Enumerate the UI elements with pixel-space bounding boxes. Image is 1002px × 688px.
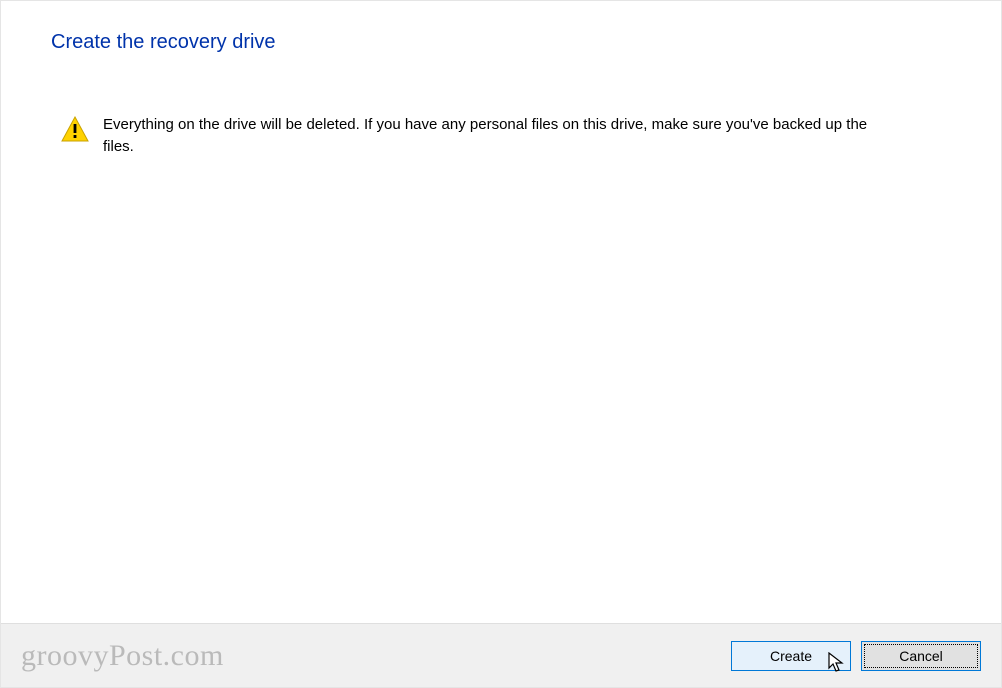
page-title: Create the recovery drive [51,31,951,54]
dialog-content: Create the recovery drive Everything on … [1,1,1001,623]
warning-icon [61,116,89,147]
warning-row: Everything on the drive will be deleted.… [51,114,951,158]
cancel-button[interactable]: Cancel [861,641,981,671]
warning-text: Everything on the drive will be deleted.… [103,114,883,158]
recovery-drive-dialog: Create the recovery drive Everything on … [0,0,1002,688]
watermark: groovyPost.com [21,639,224,673]
create-button[interactable]: Create [731,641,851,671]
button-group: Create Cancel [731,641,981,671]
dialog-footer: groovyPost.com Create Cancel [1,623,1001,687]
